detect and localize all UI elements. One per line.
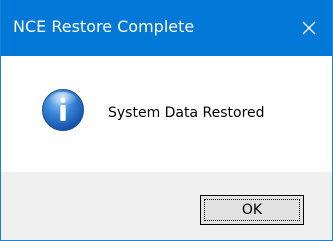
close-button[interactable]: [286, 0, 332, 56]
ok-button[interactable]: OK: [200, 195, 304, 225]
focus-rectangle: [204, 199, 300, 221]
dialog-content: System Data Restored: [1, 56, 332, 172]
message-dialog: NCE Restore Complete System Data Restore…: [0, 0, 333, 241]
message-text: System Data Restored: [108, 105, 265, 121]
window-title: NCE Restore Complete: [13, 17, 195, 36]
title-bar[interactable]: NCE Restore Complete: [1, 0, 332, 56]
button-area: OK: [1, 172, 332, 240]
close-icon: [302, 21, 316, 35]
info-icon: [42, 89, 84, 131]
